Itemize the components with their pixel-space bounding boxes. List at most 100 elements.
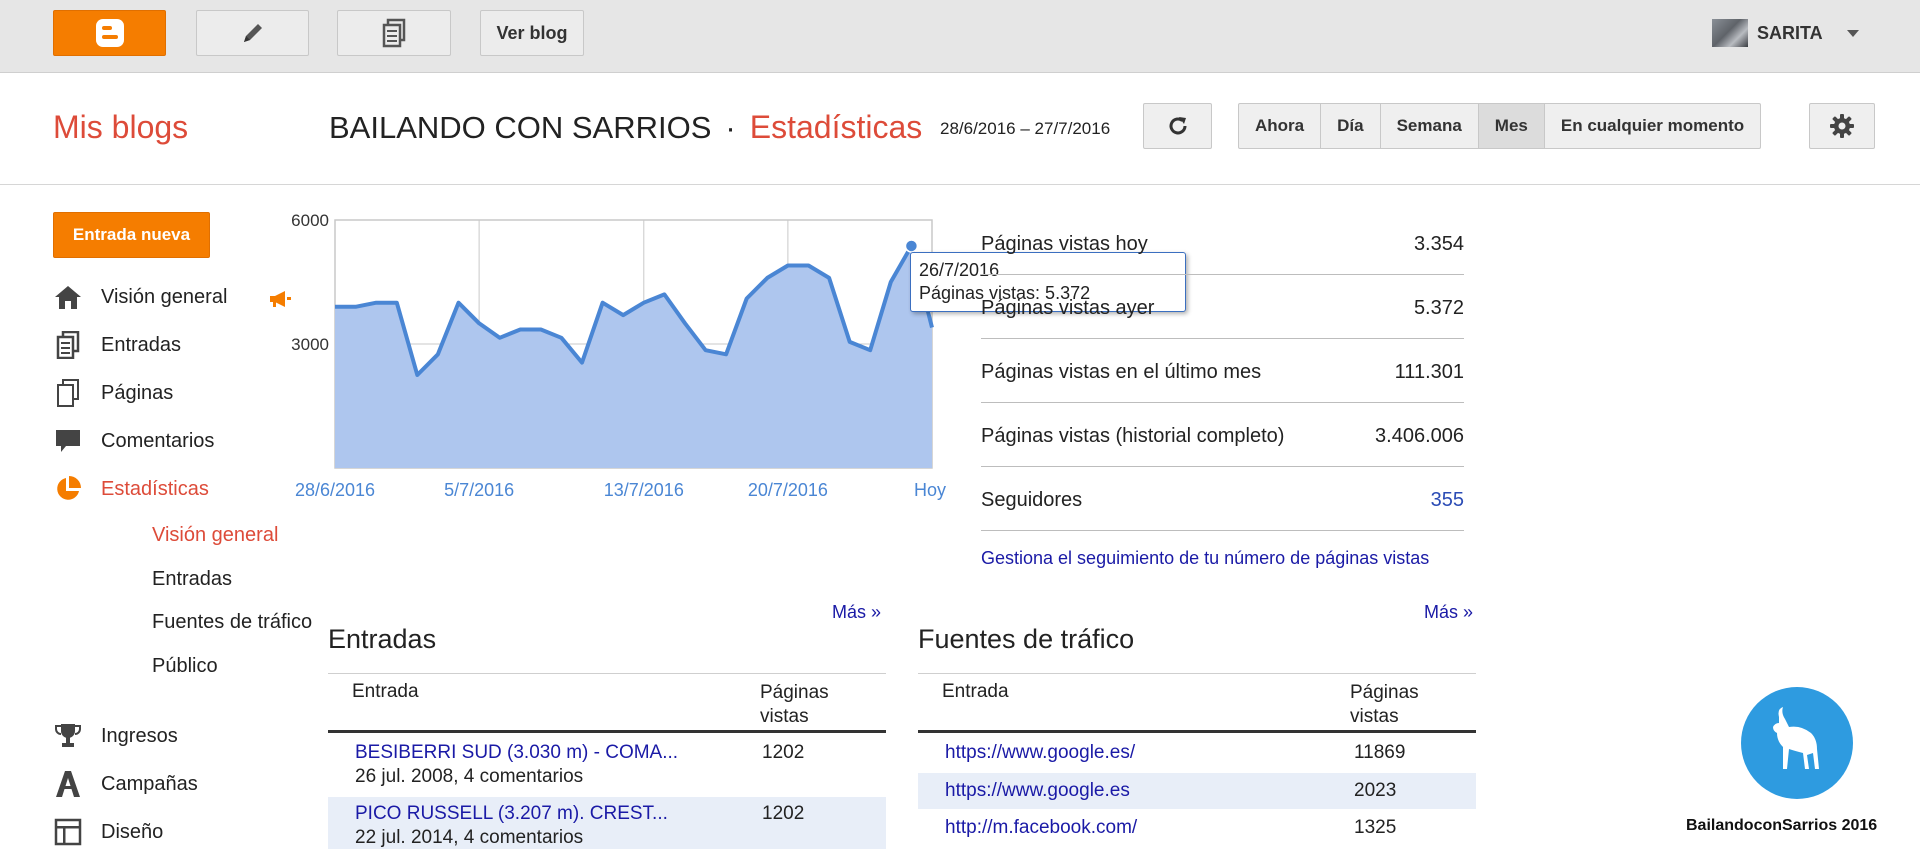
traffic-url-link[interactable]: https://www.google.es/ xyxy=(945,742,1135,764)
x-tick-label: 13/7/2016 xyxy=(604,480,684,500)
user-menu[interactable]: SARITA xyxy=(1712,19,1859,47)
title-separator: · xyxy=(725,110,736,145)
stat-value: 5.372 xyxy=(1413,297,1464,319)
col-entry: Entrada xyxy=(942,681,1009,702)
range-week-button[interactable]: Semana xyxy=(1379,104,1478,148)
gear-icon xyxy=(1830,114,1854,138)
post-meta: 22 jul. 2014, 4 comentarios xyxy=(355,827,584,848)
stat-label: Páginas vistas (historial completo) xyxy=(981,425,1285,447)
goat-logo xyxy=(1741,687,1853,799)
subitem-overview[interactable]: Visión general xyxy=(152,524,278,547)
home-icon xyxy=(53,282,83,312)
x-tick-label: 20/7/2016 xyxy=(748,480,828,500)
refresh-icon xyxy=(1169,117,1186,135)
table-row: https://www.google.es 2023 xyxy=(918,773,1476,809)
posts-list-button[interactable] xyxy=(337,10,451,56)
blogger-logo-button[interactable] xyxy=(53,10,166,56)
my-blogs-link[interactable]: Mis blogs xyxy=(53,109,188,146)
y-tick-label: 3000 xyxy=(291,335,329,354)
range-all-time-button[interactable]: En cualquier momento xyxy=(1543,104,1760,148)
trophy-icon xyxy=(53,721,83,751)
x-tick-label: 28/6/2016 xyxy=(295,480,375,500)
post-views: 1202 xyxy=(762,742,805,763)
new-post-button[interactable]: Entrada nueva xyxy=(53,212,210,258)
sidebar-item-earnings[interactable]: Ingresos xyxy=(53,721,178,751)
posts-panel-title: Entradas xyxy=(328,624,437,654)
traffic-more-link[interactable]: Más » xyxy=(1424,602,1473,623)
sidebar-item-label: Entradas xyxy=(101,333,182,356)
stat-value: 111.301 xyxy=(1394,361,1464,383)
refresh-button[interactable] xyxy=(1143,103,1212,149)
top-bar: Ver blog SARITA xyxy=(0,0,1920,73)
sidebar-item-label: Campañas xyxy=(101,772,198,795)
sidebar-item-label: Diseño xyxy=(101,820,164,843)
traffic-views: 11869 xyxy=(1354,742,1406,763)
stat-all-time: Páginas vistas (historial completo) 3.40… xyxy=(981,404,1464,467)
range-month-button[interactable]: Mes xyxy=(1477,104,1544,148)
watermark-text: BailandoconSarrios 2016 xyxy=(1686,817,1878,834)
campaigns-icon xyxy=(53,769,83,799)
page-title: BAILANDO CON SARRIOS · Estadísticas xyxy=(329,109,922,146)
post-title-link[interactable]: PICO RUSSELL (3.207 m). CREST... xyxy=(355,803,668,825)
traffic-views: 2023 xyxy=(1354,780,1397,801)
traffic-url-link[interactable]: https://www.google.es xyxy=(945,780,1130,802)
view-blog-button[interactable]: Ver blog xyxy=(480,10,584,56)
pencil-icon xyxy=(243,24,262,42)
date-range: 28/6/2016 – 27/7/2016 xyxy=(940,119,1111,138)
table-row: http://m.facebook.com/ 1325 xyxy=(918,810,1476,847)
settings-button[interactable] xyxy=(1809,103,1875,149)
sidebar-item-layout[interactable]: Diseño xyxy=(53,817,163,847)
goat-icon xyxy=(1773,707,1819,769)
sidebar-item-pages[interactable]: Páginas xyxy=(53,378,173,408)
stat-label: Seguidores xyxy=(981,489,1083,511)
sidebar-item-posts[interactable]: Entradas xyxy=(53,330,181,360)
sidebar-item-label: Estadísticas xyxy=(101,477,209,500)
sidebar-item-comments[interactable]: Comentarios xyxy=(53,426,214,456)
sidebar-item-stats[interactable]: Estadísticas xyxy=(53,474,209,504)
series-area xyxy=(335,246,932,468)
stat-yesterday: Páginas vistas ayer 5.372 xyxy=(981,276,1464,339)
col-views: Páginas vistas xyxy=(1350,682,1419,727)
blog-title: BAILANDO CON SARRIOS xyxy=(329,110,712,145)
stats-pie-icon xyxy=(53,474,83,504)
range-day-button[interactable]: Día xyxy=(1320,104,1379,148)
range-now-button[interactable]: Ahora xyxy=(1239,104,1320,148)
traffic-views: 1325 xyxy=(1354,817,1397,838)
subitem-audience[interactable]: Público xyxy=(152,655,218,678)
traffic-url-link[interactable]: http://m.facebook.com/ xyxy=(945,817,1137,839)
post-meta: 26 jul. 2008, 4 comentarios xyxy=(355,766,584,787)
x-tick-label: Hoy xyxy=(914,480,946,500)
avatar xyxy=(1712,19,1748,47)
subitem-posts[interactable]: Entradas xyxy=(152,568,232,591)
followers-link[interactable]: 355 xyxy=(1431,489,1464,512)
sidebar-item-label: Visión general xyxy=(101,285,228,308)
post-title-link[interactable]: BESIBERRI SUD (3.030 m) - COMA... xyxy=(355,742,678,764)
user-name: SARITA xyxy=(1757,22,1823,43)
traffic-panel-title: Fuentes de tráfico xyxy=(918,624,1135,654)
col-views: Páginas vistas xyxy=(760,682,829,727)
pageviews-chart: 6000 3000 28/6/2016 5/7/2016 13/7/2016 20/7/2… xyxy=(291,211,946,500)
section-title: Estadísticas xyxy=(749,109,923,145)
blogger-logo-icon xyxy=(95,19,124,47)
table-row: PICO RUSSELL (3.207 m). CREST... 22 jul.… xyxy=(328,797,886,849)
table-row: https://www.google.es/ 11869 xyxy=(918,734,1476,771)
sidebar-item-label: Páginas xyxy=(101,381,174,404)
posts-table-header: Entrada Páginas vistas xyxy=(328,673,886,733)
pages-icon xyxy=(53,378,83,408)
stats-page: Ver blog SARITA Mis blogs BAILANDO CON S… xyxy=(0,0,1920,849)
sidebar-item-campaigns[interactable]: Campañas xyxy=(53,769,198,799)
highlight-point[interactable] xyxy=(904,239,919,253)
traffic-table-header: Entrada Páginas vistas xyxy=(918,673,1476,733)
subitem-traffic-sources[interactable]: Fuentes de tráfico xyxy=(152,611,312,634)
new-post-pencil-button[interactable] xyxy=(196,10,309,56)
posts-more-link[interactable]: Más » xyxy=(832,602,881,623)
stat-value: 3.354 xyxy=(1413,233,1464,255)
stat-followers: Seguidores 355 xyxy=(981,468,1464,531)
layout-icon xyxy=(53,817,83,847)
chevron-down-icon xyxy=(1846,29,1859,37)
table-row: BESIBERRI SUD (3.030 m) - COMA... 26 jul… xyxy=(328,734,886,793)
manage-tracking-link[interactable]: Gestiona el seguimiento de tu número de … xyxy=(981,548,1429,569)
stat-today: Páginas vistas hoy 3.354 xyxy=(981,212,1464,275)
page-header: Mis blogs BAILANDO CON SARRIOS · Estadís… xyxy=(0,73,1920,185)
sidebar-item-overview[interactable]: Visión general xyxy=(53,282,227,312)
